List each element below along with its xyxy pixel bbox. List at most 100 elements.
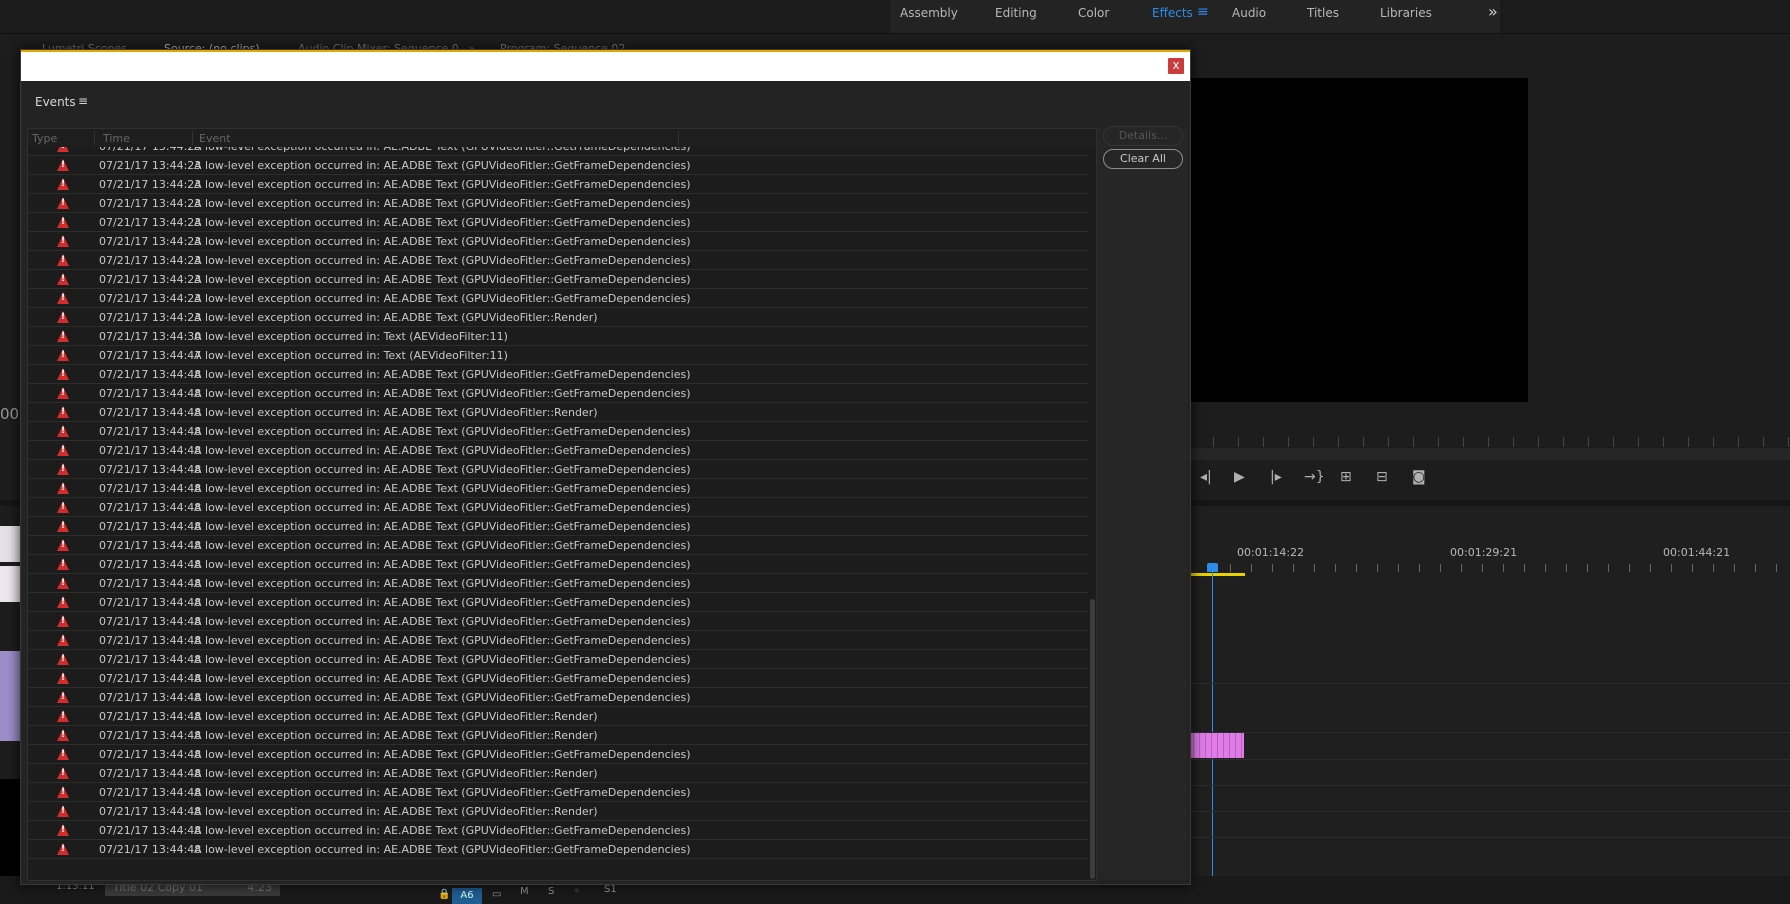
table-row[interactable]: 07/21/17 13:44:48A low-level exception o… <box>28 764 1088 783</box>
workspace-overflow-icon[interactable]: » <box>1488 2 1498 21</box>
track-divider <box>1188 837 1790 838</box>
lock-icon[interactable]: 🔒 <box>438 889 450 900</box>
table-row[interactable]: 07/21/17 13:44:23A low-level exception o… <box>28 175 1088 194</box>
column-header-event[interactable]: Event <box>199 132 231 145</box>
thumbnail[interactable] <box>0 566 20 602</box>
column-header-type[interactable]: Type <box>32 132 57 145</box>
workspace-tab-color[interactable]: Color <box>1078 6 1109 20</box>
clear-all-button[interactable]: Clear All <box>1103 149 1183 169</box>
mic-icon[interactable]: ◦ <box>574 886 580 897</box>
warning-triangle-icon <box>57 368 69 380</box>
timeline-ruler[interactable] <box>1188 564 1790 572</box>
workspace-tab-audio[interactable]: Audio <box>1232 6 1266 20</box>
table-row[interactable]: 07/21/17 13:44:48A low-level exception o… <box>28 593 1088 612</box>
table-row[interactable]: 07/21/17 13:44:48A low-level exception o… <box>28 555 1088 574</box>
column-divider[interactable] <box>678 131 679 145</box>
table-row[interactable]: 07/21/17 13:44:23A low-level exception o… <box>28 270 1088 289</box>
track-target-a6[interactable]: A6 <box>452 888 482 904</box>
table-row[interactable]: 07/21/17 13:44:23A low-level exception o… <box>28 232 1088 251</box>
table-row[interactable]: 07/21/17 13:44:48A low-level exception o… <box>28 745 1088 764</box>
table-row[interactable]: 07/21/17 13:44:48A low-level exception o… <box>28 422 1088 441</box>
workspace-tab-assembly[interactable]: Assembly <box>900 6 958 20</box>
table-row[interactable]: 07/21/17 13:44:48A low-level exception o… <box>28 498 1088 517</box>
video-track-icon[interactable]: ▭ <box>492 889 501 900</box>
table-row[interactable]: 07/21/17 13:44:48A low-level exception o… <box>28 821 1088 840</box>
event-message: A low-level exception occurred in: AE.AD… <box>194 254 691 267</box>
table-row[interactable]: 07/21/17 13:44:48A low-level exception o… <box>28 384 1088 403</box>
table-row[interactable]: 07/21/17 13:44:23A low-level exception o… <box>28 308 1088 327</box>
table-row[interactable]: 07/21/17 13:44:48A low-level exception o… <box>28 612 1088 631</box>
table-row[interactable]: 07/21/17 13:44:48A low-level exception o… <box>28 726 1088 745</box>
table-row[interactable]: 07/21/17 13:44:48A low-level exception o… <box>28 707 1088 726</box>
workspace-tab-titles[interactable]: Titles <box>1307 6 1339 20</box>
table-row[interactable]: 07/21/17 13:44:48A low-level exception o… <box>28 403 1088 422</box>
table-row[interactable]: 07/21/17 13:44:23A low-level exception o… <box>28 194 1088 213</box>
table-row[interactable]: 07/21/17 13:44:48A low-level exception o… <box>28 783 1088 802</box>
event-message: A low-level exception occurred in: AE.AD… <box>194 577 691 590</box>
table-row[interactable]: 07/21/17 13:44:23A low-level exception o… <box>28 213 1088 232</box>
event-message: A low-level exception occurred in: AE.AD… <box>194 311 598 324</box>
table-row[interactable]: 07/21/17 13:44:48A low-level exception o… <box>28 840 1088 859</box>
table-row[interactable]: 07/21/17 13:44:23A low-level exception o… <box>28 289 1088 308</box>
program-monitor-scrub-bar[interactable] <box>1188 448 1790 460</box>
table-row[interactable]: 07/21/17 13:44:47A low-level exception o… <box>28 346 1088 365</box>
column-divider[interactable] <box>192 131 193 145</box>
scrollbar-thumb[interactable] <box>1090 599 1095 879</box>
warning-triangle-icon <box>57 539 69 551</box>
column-divider[interactable] <box>94 131 95 145</box>
column-header-time[interactable]: Time <box>103 132 130 145</box>
camera-icon[interactable]: ◙ <box>1412 469 1426 485</box>
event-time: 07/21/17 13:44:48 <box>99 634 202 647</box>
workspace-tab-effects[interactable]: Effects <box>1152 6 1193 20</box>
panel-menu-icon[interactable]: ≡ <box>78 94 88 108</box>
table-row[interactable]: 07/21/17 13:44:48A low-level exception o… <box>28 631 1088 650</box>
event-message: A low-level exception occurred in: AE.AD… <box>194 501 691 514</box>
step-forward-icon[interactable]: |▸ <box>1270 469 1282 485</box>
play-icon[interactable]: ▶ <box>1234 469 1245 485</box>
warning-triangle-icon <box>57 710 69 722</box>
workspace-tab-libraries[interactable]: Libraries <box>1380 6 1432 20</box>
table-row[interactable]: 07/21/17 13:44:48A low-level exception o… <box>28 650 1088 669</box>
event-time: 07/21/17 13:44:23 <box>99 292 202 305</box>
table-row[interactable]: 07/21/17 13:44:48A low-level exception o… <box>28 479 1088 498</box>
event-message: A low-level exception occurred in: AE.AD… <box>194 273 691 286</box>
playhead-handle[interactable] <box>1207 563 1218 572</box>
table-row[interactable]: 07/21/17 13:44:48A low-level exception o… <box>28 536 1088 555</box>
events-list[interactable]: 07/21/17 13:44:23 A low-level exception o… <box>27 128 1097 881</box>
track-divider <box>1188 732 1790 733</box>
timeline-clip[interactable] <box>1188 733 1244 758</box>
table-row[interactable]: 07/21/17 13:44:48A low-level exception o… <box>28 574 1088 593</box>
table-row[interactable]: 07/21/17 13:44:48A low-level exception o… <box>28 365 1088 384</box>
table-row[interactable]: 07/21/17 13:44:48A low-level exception o… <box>28 669 1088 688</box>
workspace-menu-icon[interactable]: ≡ <box>1197 4 1209 20</box>
close-button[interactable]: x <box>1168 58 1184 74</box>
overwrite-icon[interactable]: ⊟ <box>1376 469 1388 485</box>
table-row[interactable]: 07/21/17 13:44:23A low-level exception o… <box>28 156 1088 175</box>
program-monitor-ruler[interactable] <box>1188 437 1790 447</box>
event-message: A low-level exception occurred in: AE.AD… <box>194 159 691 172</box>
table-row[interactable]: 07/21/17 13:44:48A low-level exception o… <box>28 802 1088 821</box>
workspace-tab-editing[interactable]: Editing <box>995 6 1037 20</box>
work-area-bar[interactable] <box>1188 573 1245 576</box>
warning-triangle-icon <box>57 387 69 399</box>
insert-icon[interactable]: ⊞ <box>1340 469 1352 485</box>
dialog-title-bar[interactable] <box>21 50 1190 81</box>
event-time: 07/21/17 13:44:30 <box>99 330 202 343</box>
table-row[interactable]: 07/21/17 13:44:48A low-level exception o… <box>28 688 1088 707</box>
table-row[interactable]: 07/21/17 13:44:48A low-level exception o… <box>28 517 1088 536</box>
details-button[interactable]: Details... <box>1103 126 1183 146</box>
event-message: A low-level exception occurred in: AE.AD… <box>194 786 691 799</box>
table-row[interactable]: 07/21/17 13:44:30A low-level exception o… <box>28 327 1088 346</box>
table-row[interactable]: 07/21/17 13:44:48A low-level exception o… <box>28 441 1088 460</box>
go-to-out-icon[interactable]: →} <box>1304 469 1325 485</box>
event-time: 07/21/17 13:44:48 <box>99 482 202 495</box>
table-row[interactable]: 07/21/17 13:44:48A low-level exception o… <box>28 460 1088 479</box>
thumbnail[interactable] <box>0 651 20 741</box>
table-row[interactable]: 07/21/17 13:44:23A low-level exception o… <box>28 251 1088 270</box>
solo-button[interactable]: S <box>548 886 554 897</box>
thumbnail[interactable] <box>0 779 20 879</box>
track-divider <box>1188 811 1790 812</box>
step-back-icon[interactable]: ◂| <box>1200 469 1212 485</box>
thumbnail[interactable] <box>0 526 20 562</box>
mute-button[interactable]: M <box>520 886 529 897</box>
